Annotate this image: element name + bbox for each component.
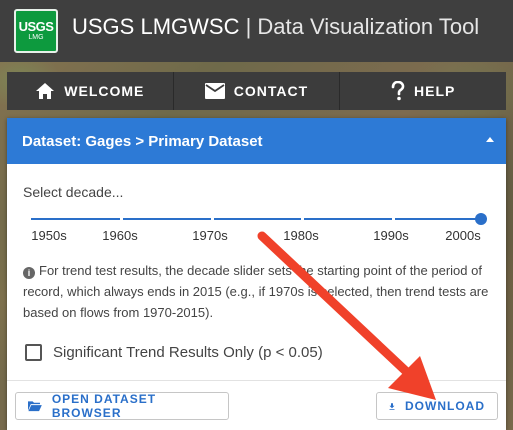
- significant-trend-label: Significant Trend Results Only (p < 0.05…: [53, 344, 323, 361]
- nav-contact[interactable]: CONTACT: [174, 72, 341, 110]
- slider-tick: [211, 216, 214, 222]
- panel-header[interactable]: Dataset: Gages > Primary Dataset: [7, 118, 506, 164]
- nav-help[interactable]: HELP: [340, 72, 506, 110]
- app-title-secondary: Data Visualization Tool: [257, 14, 480, 39]
- collapse-caret-icon[interactable]: [486, 137, 494, 142]
- panel-title: Dataset: Gages > Primary Dataset: [22, 132, 263, 150]
- app-title-separator: |: [239, 14, 258, 39]
- app-header: USGS LMG USGS LMGWSC | Data Visualizatio…: [0, 0, 513, 62]
- slider-labels: 1950s 1960s 1970s 1980s 1990s 2000s: [7, 228, 506, 248]
- slider-tick: [392, 216, 395, 222]
- download-button[interactable]: DOWNLOAD: [376, 392, 498, 420]
- info-icon: i: [23, 267, 35, 279]
- slider-label-1960s: 1960s: [102, 228, 138, 243]
- slider-label-1980s: 1980s: [283, 228, 319, 243]
- nav-welcome[interactable]: WELCOME: [7, 72, 174, 110]
- download-label: DOWNLOAD: [405, 399, 485, 413]
- open-dataset-browser-button[interactable]: OPEN DATASET BROWSER: [15, 392, 229, 420]
- logo-subtext: LMG: [28, 34, 44, 41]
- slider-label-1950s: 1950s: [31, 228, 67, 243]
- logo-text: USGS: [18, 19, 54, 34]
- decade-prompt: Select decade...: [23, 184, 124, 200]
- usgs-logo: USGS LMG: [14, 9, 58, 53]
- download-icon: [389, 402, 395, 410]
- app-title: USGS LMGWSC | Data Visualization Tool: [72, 14, 479, 40]
- help-icon: [391, 81, 405, 101]
- slider-track[interactable]: [31, 218, 483, 220]
- significant-trend-checkbox-row[interactable]: Significant Trend Results Only (p < 0.05…: [25, 344, 323, 361]
- slider-label-1970s: 1970s: [192, 228, 228, 243]
- slider-label-1990s: 1990s: [373, 228, 409, 243]
- nav-bar: WELCOME CONTACT HELP: [7, 72, 506, 110]
- nav-welcome-label: WELCOME: [64, 83, 145, 99]
- home-icon: [36, 83, 55, 99]
- open-dataset-browser-label: OPEN DATASET BROWSER: [51, 392, 157, 420]
- app-title-main: USGS LMGWSC: [72, 14, 240, 39]
- slider-thumb[interactable]: [475, 213, 487, 225]
- mail-icon: [204, 83, 225, 99]
- panel-footer: OPEN DATASET BROWSER DOWNLOAD: [7, 380, 506, 430]
- dataset-panel: Dataset: Gages > Primary Dataset Select …: [7, 118, 506, 430]
- significant-trend-checkbox[interactable]: [25, 344, 42, 361]
- info-text-body: For trend test results, the decade slide…: [23, 263, 489, 320]
- slider-tick: [120, 216, 123, 222]
- decade-slider[interactable]: [31, 212, 487, 226]
- slider-tick: [301, 216, 304, 222]
- nav-contact-label: CONTACT: [233, 83, 309, 99]
- slider-label-2000s: 2000s: [445, 228, 481, 243]
- nav-help-label: HELP: [414, 83, 456, 99]
- folder-open-icon: [28, 401, 42, 412]
- info-text: i For trend test results, the decade slid…: [23, 260, 493, 323]
